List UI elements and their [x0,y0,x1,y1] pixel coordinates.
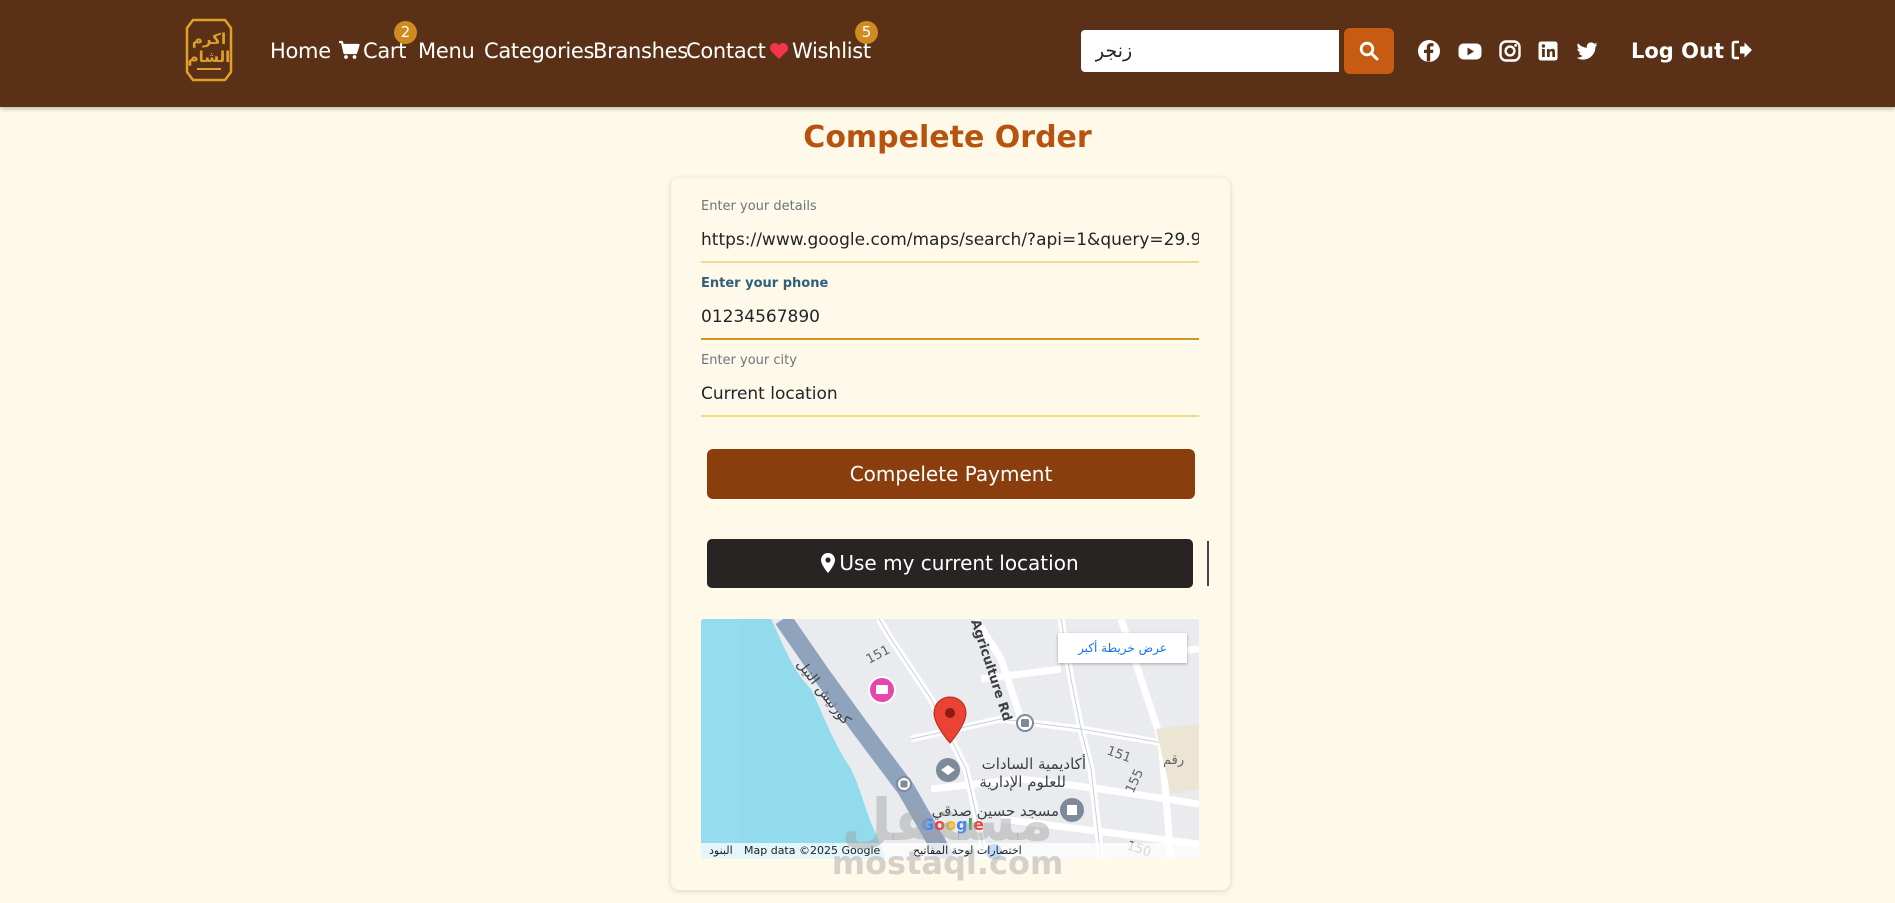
city-input[interactable] [701,381,1199,407]
youtube-icon[interactable] [1457,38,1483,64]
details-field: Enter your details [701,199,1199,263]
logo[interactable]: اكرم الشام [183,16,235,84]
nav-home[interactable]: Home [270,37,331,65]
details-input[interactable] [701,227,1199,253]
nav-categories[interactable]: Categories [484,37,595,65]
google-map[interactable]: كورنيش النيل Agriculture Rd 151 151 155 … [701,619,1199,859]
view-larger-map-link[interactable]: عرض خريطة أكبر [1058,633,1187,663]
divider [1207,541,1209,586]
svg-text:Google: Google [921,815,984,834]
facebook-icon[interactable] [1416,38,1442,64]
sign-out-icon [1732,40,1753,60]
details-underline [701,261,1199,263]
nav-menu[interactable]: Menu [418,37,475,65]
cart-icon [339,40,360,59]
phone-field: Enter your phone [701,276,1199,340]
instagram-icon[interactable] [1497,38,1523,64]
map-footer: البنود Map data ©2025 Google اختصارات لو… [701,843,1199,859]
linkedin-icon[interactable] [1535,38,1561,64]
phone-label: Enter your phone [701,276,829,291]
page-title: Compelete Order [803,120,1092,155]
heart-icon [770,43,788,59]
wishlist-count-badge: 5 [855,21,878,44]
city-label: Enter your city [701,353,797,368]
navbar: اكرم الشام Home Cart 2 Menu Categories B… [0,0,1895,107]
order-form-card: Enter your details Enter your phone Ente… [671,178,1230,890]
svg-text:أكاديمية السادات: أكاديمية السادات [982,754,1086,773]
logout-button[interactable]: Log Out [1631,37,1753,65]
search-button[interactable] [1344,28,1394,74]
logout-label: Log Out [1631,39,1724,63]
city-field: Enter your city [701,353,1199,417]
use-current-location-label: Use my current location [839,551,1079,575]
details-label: Enter your details [701,199,817,214]
map-keyboard-shortcuts-link[interactable]: اختصارات لوحة المفاتيح [913,843,1022,859]
svg-text:اكرم: اكرم [192,30,226,48]
phone-underline [701,338,1199,340]
phone-input[interactable] [701,304,1199,330]
city-underline [701,415,1199,417]
search-icon [1359,41,1379,61]
nav-branches[interactable]: Branshes [593,37,688,65]
nav-contact[interactable]: Contact [686,37,766,65]
twitter-icon[interactable] [1574,38,1600,64]
map-marker-icon [821,553,836,573]
search-input[interactable] [1081,30,1339,72]
map-attribution: Map data ©2025 Google [744,844,881,857]
use-current-location-button[interactable]: Use my current location [707,539,1193,588]
map-terms-link[interactable]: البنود [709,843,733,859]
svg-text:للعلوم الإدارية: للعلوم الإدارية [979,773,1066,791]
svg-text:رقم: رقم [1163,753,1184,768]
cart-count-badge: 2 [394,21,417,44]
complete-payment-button[interactable]: Compelete Payment [707,449,1195,499]
nav-wishlist[interactable]: Wishlist [769,37,871,65]
nav-wishlist-label: Wishlist [792,39,871,63]
svg-text:الشام: الشام [188,48,231,66]
nav-cart[interactable]: Cart [338,37,407,65]
